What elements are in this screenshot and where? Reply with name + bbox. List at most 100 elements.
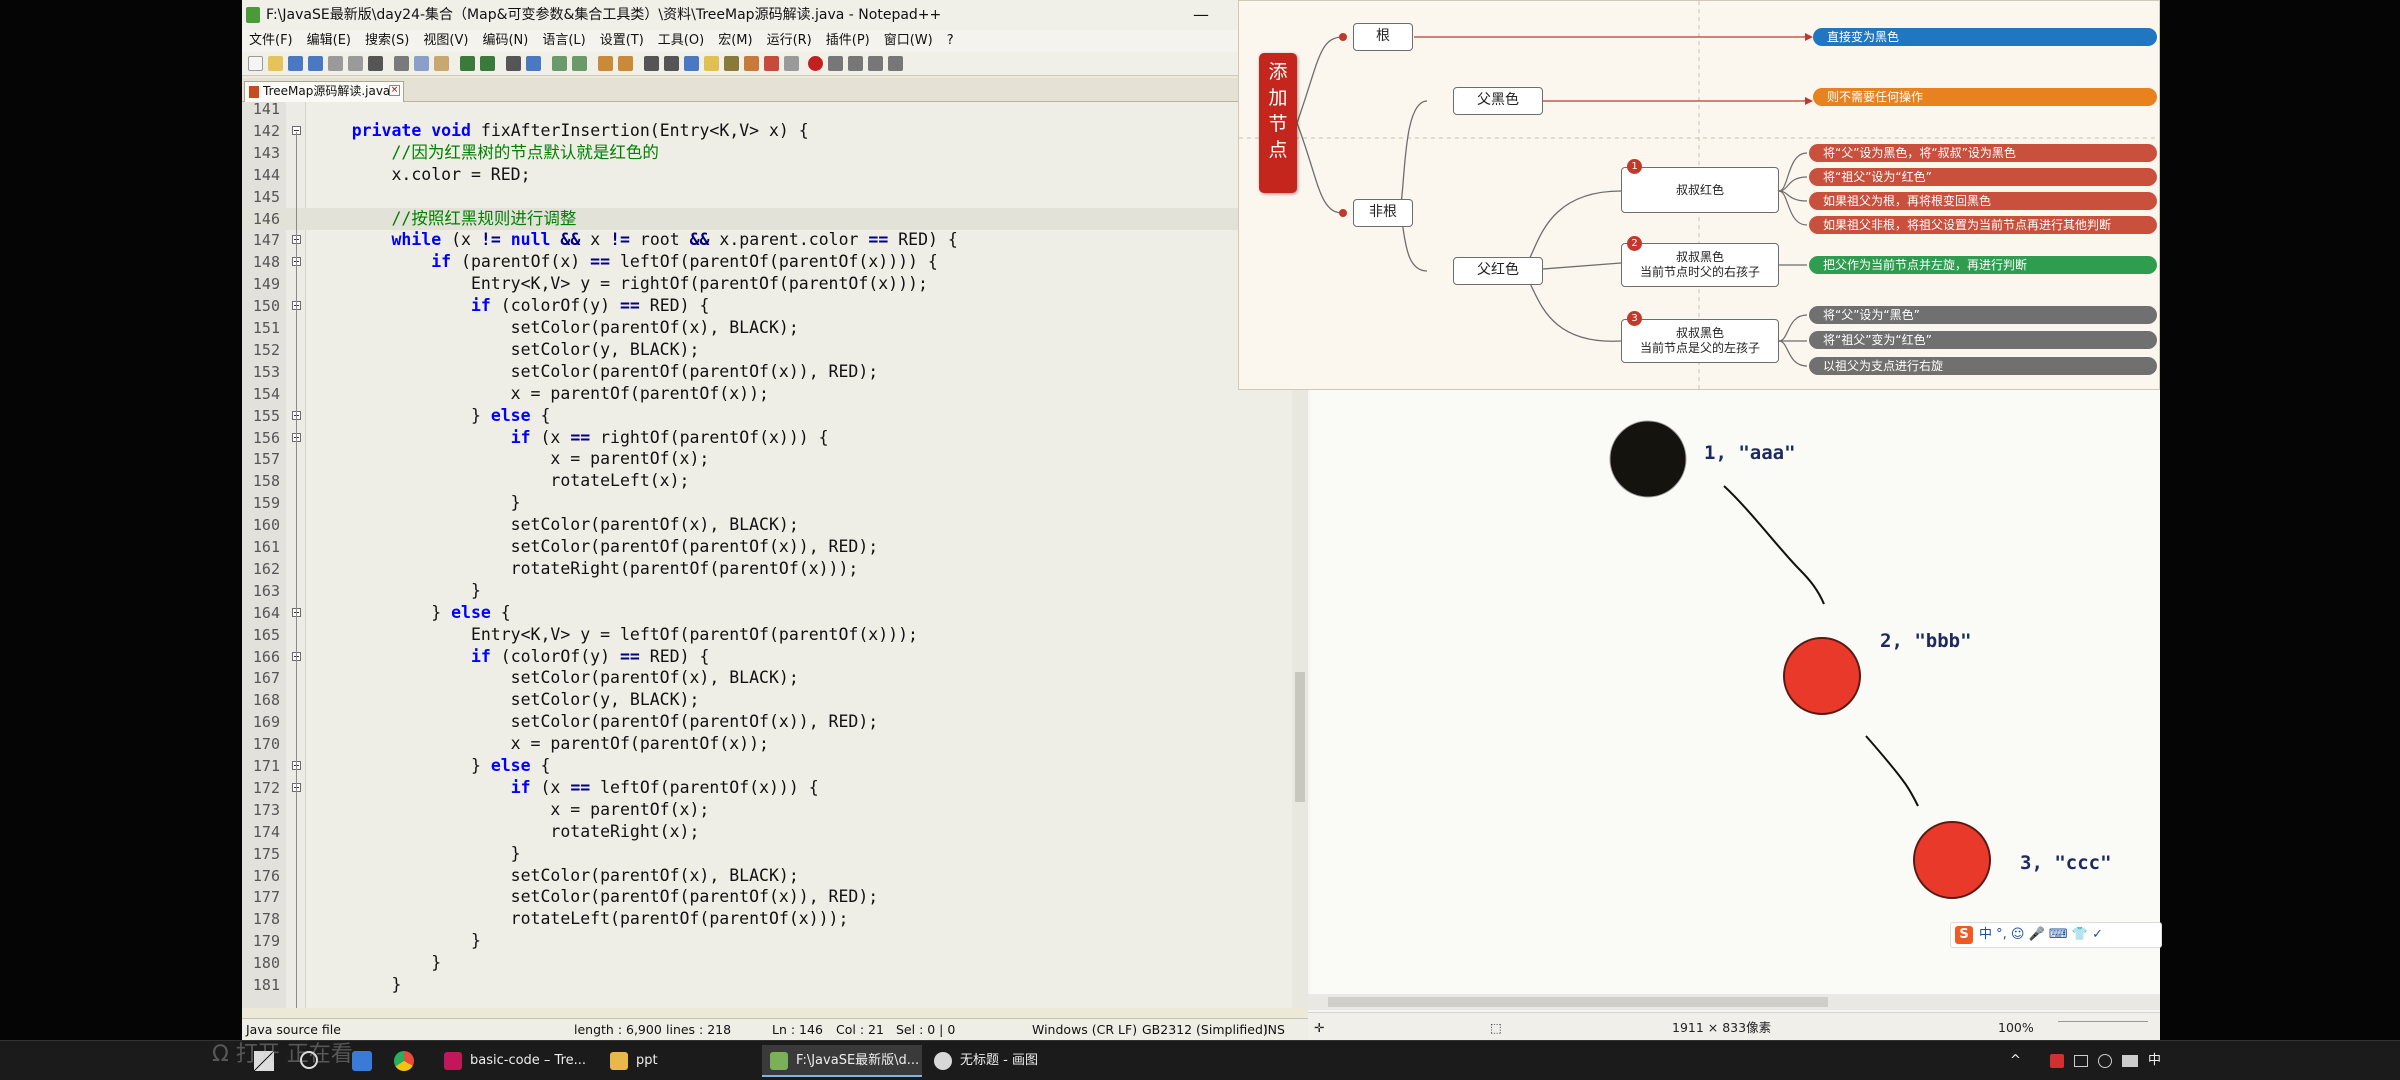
- code-line[interactable]: 179 }: [242, 930, 1292, 952]
- code-line[interactable]: 145: [242, 186, 1292, 208]
- code-line[interactable]: 172 if (x == leftOf(parentOf(x))) {: [242, 777, 1292, 799]
- taskbar-item-intellij[interactable]: basic-code – Tre...: [436, 1045, 596, 1077]
- network-icon[interactable]: [2074, 1055, 2088, 1067]
- menu-language[interactable]: 语言(L): [535, 30, 592, 52]
- run-macro-multiple-icon[interactable]: [868, 56, 883, 71]
- code-line[interactable]: 150 if (colorOf(y) == RED) {: [242, 295, 1292, 317]
- zoom-out-icon[interactable]: [572, 56, 587, 71]
- close-all-icon[interactable]: [348, 56, 363, 71]
- code-line[interactable]: 155 } else {: [242, 405, 1292, 427]
- code-line[interactable]: 173 x = parentOf(x);: [242, 799, 1292, 821]
- code-line[interactable]: 171 } else {: [242, 755, 1292, 777]
- redo-icon[interactable]: [480, 56, 495, 71]
- stop-macro-icon[interactable]: [828, 56, 843, 71]
- code-line[interactable]: 165 Entry<K,V> y = leftOf(parentOf(paren…: [242, 624, 1292, 646]
- minimize-button[interactable]: —: [1186, 0, 1216, 30]
- menu-settings[interactable]: 设置(T): [593, 30, 651, 52]
- sync-h-icon[interactable]: [618, 56, 633, 71]
- chrome-icon[interactable]: [394, 1051, 414, 1071]
- menu-run[interactable]: 运行(R): [760, 30, 819, 52]
- play-macro-icon[interactable]: [848, 56, 863, 71]
- cut-icon[interactable]: [394, 56, 409, 71]
- code-line[interactable]: 157 x = parentOf(x);: [242, 448, 1292, 470]
- battery-icon[interactable]: [2122, 1055, 2138, 1067]
- code-line[interactable]: 154 x = parentOf(parentOf(x));: [242, 383, 1292, 405]
- paint-scroll-thumb[interactable]: [1328, 997, 1828, 1007]
- save-all-icon[interactable]: [308, 56, 323, 71]
- copy-icon[interactable]: [414, 56, 429, 71]
- menu-help[interactable]: ?: [940, 30, 961, 52]
- code-line[interactable]: 151 setColor(parentOf(x), BLACK);: [242, 317, 1292, 339]
- menu-tools[interactable]: 工具(O): [651, 30, 711, 52]
- code-line[interactable]: 146 //按照红黑规则进行调整: [242, 207, 1292, 230]
- code-line[interactable]: 147 while (x != null && x != root && x.p…: [242, 229, 1292, 251]
- code-line[interactable]: 153 setColor(parentOf(parentOf(x)), RED)…: [242, 361, 1292, 383]
- code-line[interactable]: 156 if (x == rightOf(parentOf(x))) {: [242, 427, 1292, 449]
- new-file-icon[interactable]: [248, 56, 263, 71]
- code-line[interactable]: 141: [242, 102, 1292, 120]
- code-line[interactable]: 143 //因为红黑树的节点默认就是红色的: [242, 142, 1292, 164]
- code-editor[interactable]: 141 142 private void fixAfterInsertion(En…: [242, 102, 1308, 1008]
- paint-canvas[interactable]: 1, "aaa" 2, "bbb" 3, "ccc": [1310, 390, 2160, 994]
- code-line[interactable]: 159 }: [242, 492, 1292, 514]
- code-line[interactable]: 149 Entry<K,V> y = rightOf(parentOf(pare…: [242, 273, 1292, 295]
- menu-window[interactable]: 窗口(W): [877, 30, 940, 52]
- replace-icon[interactable]: [526, 56, 541, 71]
- find-icon[interactable]: [506, 56, 521, 71]
- record-macro-icon[interactable]: [808, 56, 823, 71]
- zoom-in-icon[interactable]: [552, 56, 567, 71]
- code-line[interactable]: 161 setColor(parentOf(parentOf(x)), RED)…: [242, 536, 1292, 558]
- code-line[interactable]: 158 rotateLeft(x);: [242, 470, 1292, 492]
- taskbar-item-paint[interactable]: 无标题 - 画图: [926, 1045, 1086, 1077]
- code-line[interactable]: 164 } else {: [242, 602, 1292, 624]
- close-tab-icon[interactable]: ×: [389, 85, 400, 96]
- paste-icon[interactable]: [434, 56, 449, 71]
- menu-plugins[interactable]: 插件(P): [819, 30, 877, 52]
- code-line[interactable]: 144 x.color = RED;: [242, 164, 1292, 186]
- code-line[interactable]: 169 setColor(parentOf(parentOf(x)), RED)…: [242, 711, 1292, 733]
- doc-map-icon[interactable]: [724, 56, 739, 71]
- code-line[interactable]: 163 }: [242, 580, 1292, 602]
- scroll-thumb[interactable]: [1295, 672, 1305, 802]
- code-line[interactable]: 162 rotateRight(parentOf(parentOf(x)));: [242, 558, 1292, 580]
- taskview-icon[interactable]: [352, 1051, 372, 1071]
- code-line[interactable]: 178 rotateLeft(parentOf(parentOf(x)));: [242, 908, 1292, 930]
- zoom-slider[interactable]: [2058, 1021, 2148, 1033]
- taskbar-item-ppt[interactable]: ppt: [602, 1045, 762, 1077]
- code-line[interactable]: 170 x = parentOf(parentOf(x));: [242, 733, 1292, 755]
- close-file-icon[interactable]: [328, 56, 343, 71]
- code-line[interactable]: 174 rotateRight(x);: [242, 821, 1292, 843]
- code-line[interactable]: 148 if (parentOf(x) == leftOf(parentOf(p…: [242, 251, 1292, 273]
- indent-guide-icon[interactable]: [684, 56, 699, 71]
- code-line[interactable]: 166 if (colorOf(y) == RED) {: [242, 646, 1292, 668]
- tab-treemap-java[interactable]: TreeMap源码解读.java ×: [244, 81, 404, 102]
- undo-icon[interactable]: [460, 56, 475, 71]
- menu-macro[interactable]: 宏(M): [711, 30, 759, 52]
- function-list-icon[interactable]: [744, 56, 759, 71]
- ime-toolbar[interactable]: S 中 °, ☺ 🎤 ⌨ 👕 ✓: [1950, 922, 2162, 948]
- tray-app-icon[interactable]: [2050, 1054, 2064, 1068]
- save-icon[interactable]: [288, 56, 303, 71]
- menu-edit[interactable]: 编辑(E): [300, 30, 358, 52]
- menu-file[interactable]: 文件(F): [242, 30, 300, 52]
- menu-view[interactable]: 视图(V): [416, 30, 475, 52]
- sogou-ime-icon[interactable]: S: [1955, 926, 1973, 944]
- open-file-icon[interactable]: [268, 56, 283, 71]
- print-icon[interactable]: [368, 56, 383, 71]
- taskbar-item-notepad[interactable]: F:\JavaSE最新版\d...: [762, 1045, 922, 1077]
- save-macro-icon[interactable]: [888, 56, 903, 71]
- menu-search[interactable]: 搜索(S): [358, 30, 416, 52]
- code-line[interactable]: 168 setColor(y, BLACK);: [242, 689, 1292, 711]
- input-language[interactable]: 中: [2148, 1041, 2161, 1080]
- code-line[interactable]: 152 setColor(y, BLACK);: [242, 339, 1292, 361]
- volume-icon[interactable]: [2098, 1054, 2112, 1068]
- code-line[interactable]: 177 setColor(parentOf(parentOf(x)), RED)…: [242, 886, 1292, 908]
- code-line[interactable]: 180 }: [242, 952, 1292, 974]
- code-line[interactable]: 176 setColor(parentOf(x), BLACK);: [242, 865, 1292, 887]
- code-line[interactable]: 181 }: [242, 974, 1292, 996]
- tray-up-arrow-icon[interactable]: ^: [2010, 1041, 2021, 1080]
- code-line[interactable]: 167 setColor(parentOf(x), BLACK);: [242, 667, 1292, 689]
- paint-horizontal-scrollbar[interactable]: [1308, 994, 2160, 1010]
- code-line[interactable]: 142 private void fixAfterInsertion(Entry…: [242, 120, 1292, 142]
- menu-encoding[interactable]: 编码(N): [475, 30, 535, 52]
